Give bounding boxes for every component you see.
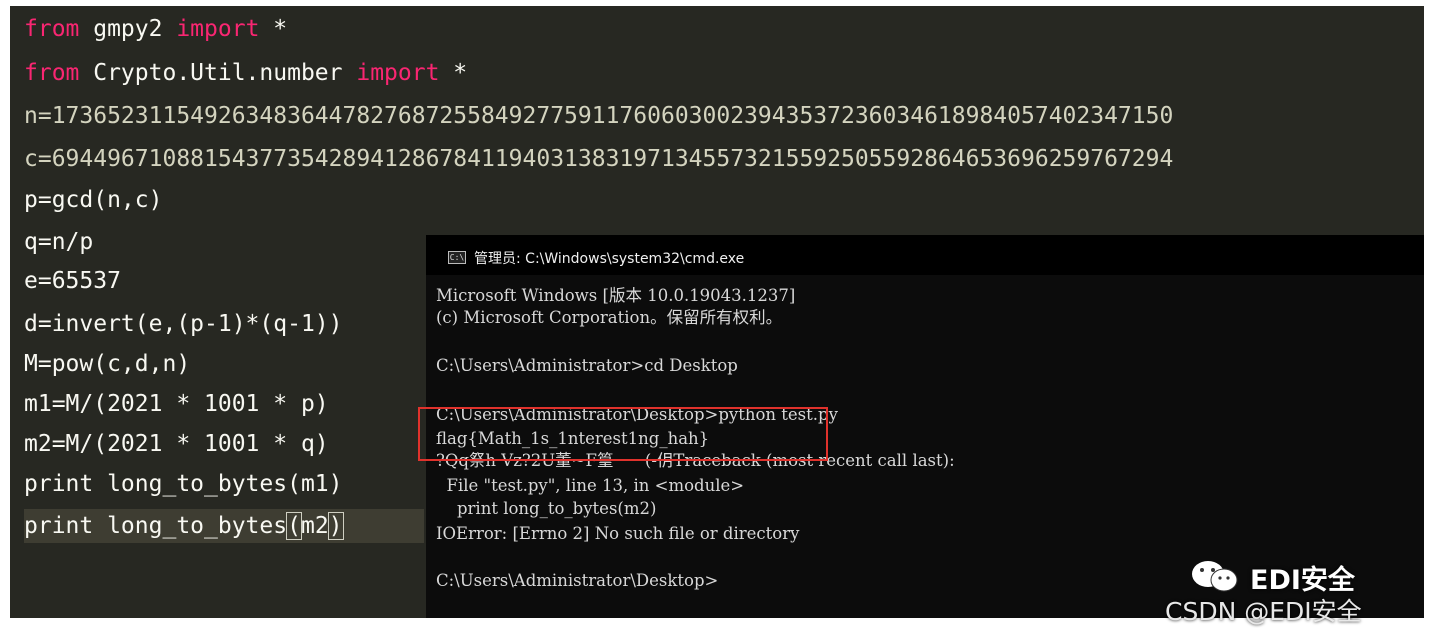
code-line: p=gcd(n,c) (24, 187, 163, 213)
code-line: q=n/p (24, 229, 94, 255)
cmd-title: 管理员: C:\Windows\system32\cmd.exe (474, 251, 745, 267)
code-line: c=69449671088154377354289412867841194031… (24, 146, 1174, 172)
code-line-current: print long_to_bytes(m2) (24, 509, 424, 543)
terminal-prompt[interactable]: C:\Users\Administrator\Desktop> (436, 570, 718, 592)
code-line: m2=M/(2021 * 1001 * q) (24, 431, 329, 457)
watermark-credit: CSDN @EDI安全 (1165, 597, 1362, 626)
wechat-icon (1192, 561, 1238, 592)
terminal-line: (c) Microsoft Corporation。保留所有权利。 (436, 308, 783, 327)
code-line: M=pow(c,d,n) (24, 351, 191, 377)
terminal-line: C:\Users\Administrator>cd Desktop (436, 356, 738, 375)
code-line: e=65537 (24, 268, 121, 294)
terminal-line: Microsoft Windows [版本 10.0.19043.1237] (436, 286, 796, 305)
terminal-line: IOError: [Errno 2] No such file or direc… (436, 524, 800, 543)
flag-highlight-box (418, 407, 828, 461)
code-line: d=invert(e,(p-1)*(q-1)) (24, 311, 343, 337)
code-line: n=17365231154926348364478276872558492775… (24, 103, 1174, 129)
code-line: print long_to_bytes(m1) (24, 471, 343, 497)
terminal-line: File "test.py", line 13, in <module> (436, 476, 745, 495)
code-line: from gmpy2 import * (24, 16, 288, 42)
cmd-titlebar[interactable]: C:\ 管理员: C:\Windows\system32\cmd.exe (426, 235, 1424, 275)
terminal-line: print long_to_bytes(m2) (436, 499, 657, 518)
console-icon: C:\ (448, 251, 466, 264)
code-line: m1=M/(2021 * 1001 * p) (24, 391, 329, 417)
code-line: from Crypto.Util.number import * (24, 60, 468, 86)
